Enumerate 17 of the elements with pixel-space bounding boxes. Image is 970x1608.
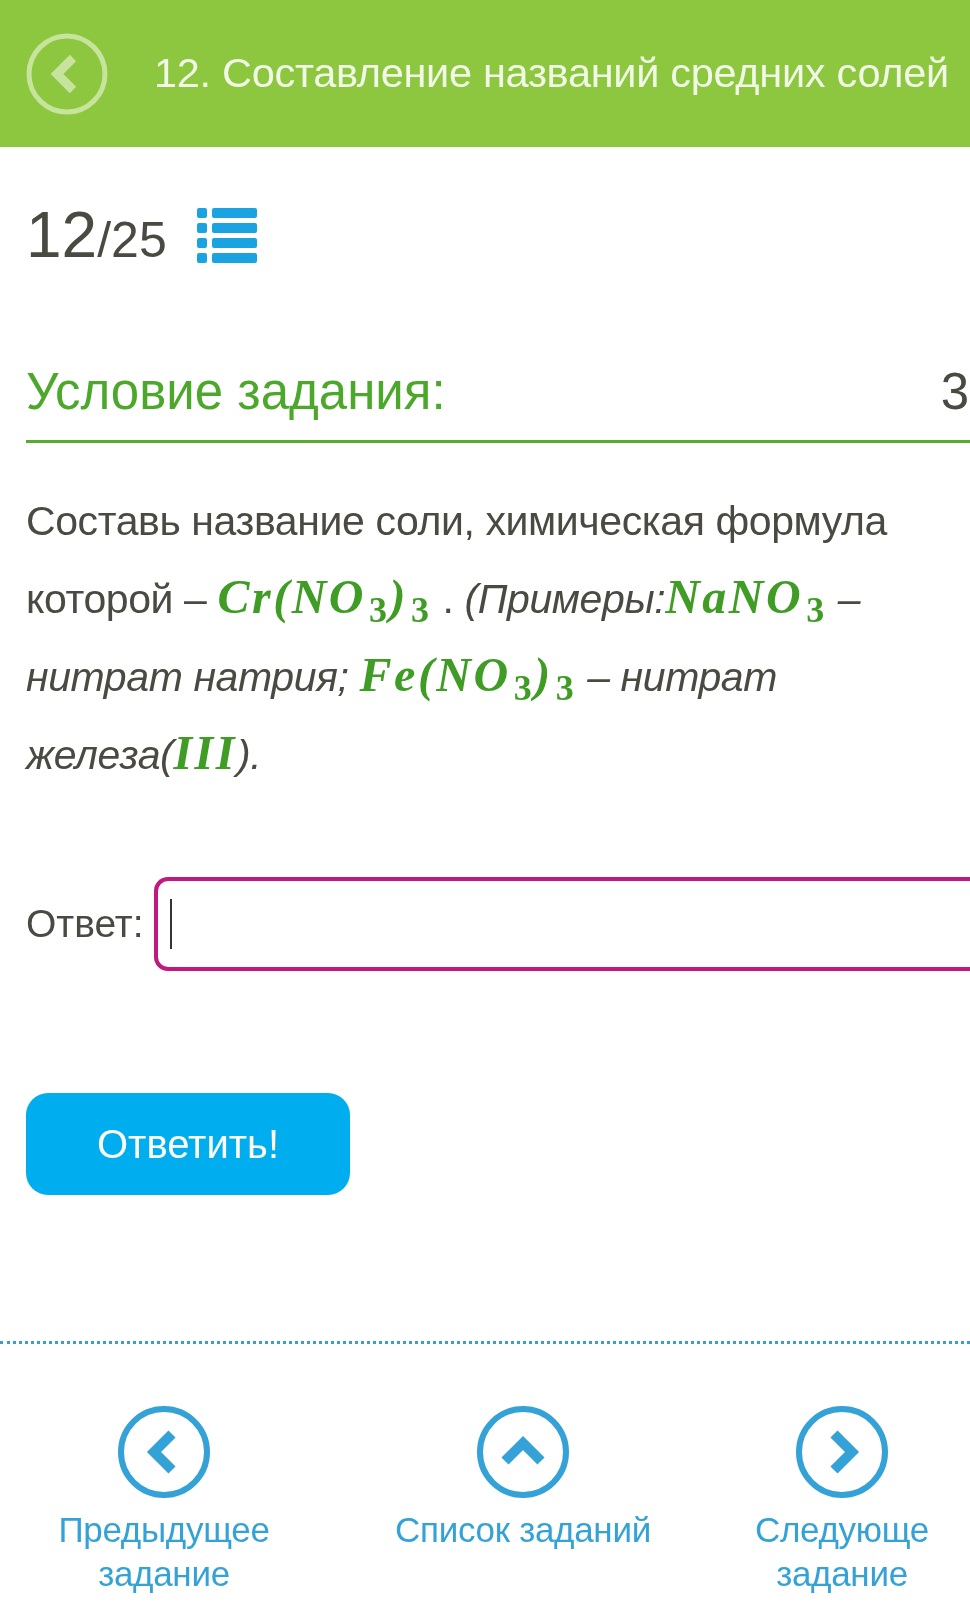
chevron-left-circle-icon [118,1406,210,1499]
submit-button[interactable]: Ответить! [26,1093,350,1196]
task-text: Составь название соли, химическая формула которой – Cr(NO$_{3}$)$_{3}$ . (Примеры:NaNO$_{3}$ – нитрат натрия; Fe(NO$_{3}$)$_{3}$ – нитрат железа(III). [26,497,889,782]
task-counter: 12/25 [26,203,167,267]
list-icon[interactable] [196,208,257,263]
text-cursor [169,899,172,950]
points-value: 3 [940,362,969,422]
chevron-right-circle-icon [796,1406,888,1499]
section-heading: Условие задания: [26,362,446,422]
next-task-link[interactable]: Следующе задание [718,1406,966,1597]
answer-label: Ответ: [26,900,144,947]
chevron-up-circle-icon [477,1406,569,1499]
previous-task-link[interactable]: Предыдущее задание [14,1406,314,1597]
page-title: 12. Составление названий средних солей [154,48,949,99]
task-list-link[interactable]: Список заданий [395,1406,651,1597]
answer-field[interactable] [153,877,970,972]
back-icon[interactable] [26,32,108,115]
